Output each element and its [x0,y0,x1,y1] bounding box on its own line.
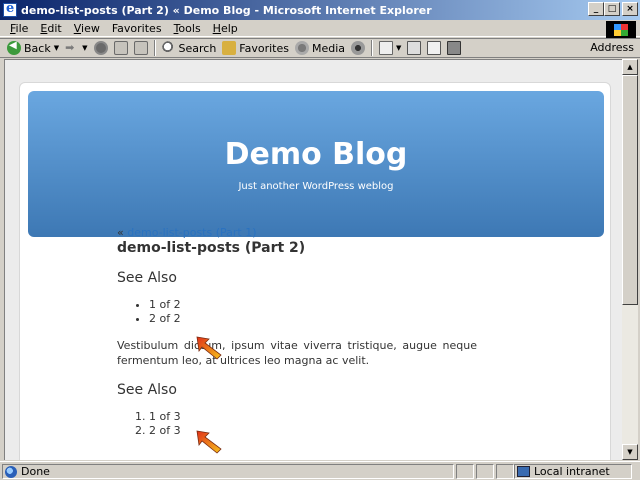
home-icon [133,41,148,55]
menu-edit[interactable]: Edit [34,22,67,35]
see-also-heading: See Also [117,270,177,286]
status-cell [476,464,494,479]
close-button[interactable]: × [622,2,638,16]
browser-viewport: Demo Blog Just another WordPress weblog … [4,59,622,460]
chevron-down-icon[interactable]: ▼ [396,44,401,52]
media-icon [295,41,309,55]
chevron-down-icon[interactable]: ▼ [82,44,87,52]
toolbar: Back ▼ ➡ ▼ Search Favorites Media ▼ [0,38,640,58]
edit-icon [427,41,442,55]
back-arrow-icon [7,40,21,55]
list-item: 2 of 2 [149,312,477,326]
zone-text: Local intranet [534,465,610,478]
vertical-scrollbar[interactable]: ▲ ▼ [622,59,638,460]
home-button[interactable] [131,39,151,57]
address-label: Address [590,41,634,54]
post-paragraph: Vestibulum dictum, ipsum vitae viverra t… [117,339,477,367]
status-cell [456,464,474,479]
messenger-icon [447,41,462,55]
stop-button[interactable] [91,39,111,57]
previous-post-nav: « demo-list-posts (Part 1) [117,226,257,239]
toolbar-separator [153,40,156,56]
favorites-button[interactable]: Favorites [219,39,292,57]
previous-post-link[interactable]: demo-list-posts (Part 1) [127,226,256,239]
post-content: « demo-list-posts (Part 1) demo-list-pos… [117,226,477,438]
window-titlebar: demo-list-posts (Part 2) « Demo Blog - M… [0,0,640,20]
mail-button[interactable]: ▼ [376,39,404,57]
favorites-icon [222,41,237,55]
refresh-icon [113,41,128,55]
menu-file[interactable]: File [4,22,34,35]
list-item: 1 of 3 [149,410,477,424]
menu-view[interactable]: View [68,22,106,35]
list-item: 1 of 2 [149,298,477,312]
menu-favorites[interactable]: Favorites [106,22,168,35]
menu-bar: File Edit View Favorites Tools Help [0,20,640,37]
search-button[interactable]: Search [159,39,220,57]
windows-logo-icon [606,21,636,39]
window-controls: _ □ × [588,2,638,16]
edit-button[interactable] [424,39,444,57]
status-text-pane: Done [2,464,454,479]
post-title: demo-list-posts (Part 2) [117,240,306,256]
forward-arrow-icon: ➡ [65,41,75,54]
print-button[interactable] [404,39,424,57]
annotation-arrow-icon [196,336,222,360]
refresh-button[interactable] [111,39,131,57]
print-icon [407,41,422,55]
scroll-thumb[interactable] [622,75,638,305]
blog-title[interactable]: Demo Blog [28,137,604,172]
toolbar-separator [371,40,374,56]
ie-icon [3,1,17,17]
window-title: demo-list-posts (Part 2) « Demo Blog - M… [21,3,432,17]
status-cells [456,464,514,479]
minimize-button[interactable]: _ [588,2,604,16]
blog-tagline: Just another WordPress weblog [238,181,394,192]
chevron-down-icon[interactable]: ▼ [54,44,59,52]
status-text: Done [21,465,50,478]
intranet-icon [517,466,530,477]
mail-icon [379,41,394,55]
see-also-heading: See Also [117,382,177,398]
scroll-up-button[interactable]: ▲ [622,59,638,75]
back-button[interactable]: Back ▼ [4,39,62,57]
blog-header[interactable]: Demo Blog Just another WordPress weblog [28,91,604,237]
see-also-list: 1 of 2 2 of 2 [117,298,477,326]
status-cell [496,464,514,479]
forward-button[interactable]: ➡ ▼ [62,39,90,57]
annotation-arrow-icon [196,430,222,454]
history-button[interactable] [348,39,368,57]
menu-tools[interactable]: Tools [168,22,207,35]
maximize-button[interactable]: □ [604,2,620,16]
scroll-down-button[interactable]: ▼ [622,444,638,460]
menu-help[interactable]: Help [207,22,244,35]
see-also-ordered-list: 1 of 3 2 of 3 [117,410,477,438]
security-zone[interactable]: Local intranet [514,464,632,479]
search-icon [161,41,176,55]
history-icon [351,41,366,55]
page-done-icon [5,465,17,478]
messenger-button[interactable] [444,39,464,57]
status-bar: Done Local intranet [0,461,640,480]
stop-icon [93,41,108,55]
media-button[interactable]: Media [292,39,348,57]
